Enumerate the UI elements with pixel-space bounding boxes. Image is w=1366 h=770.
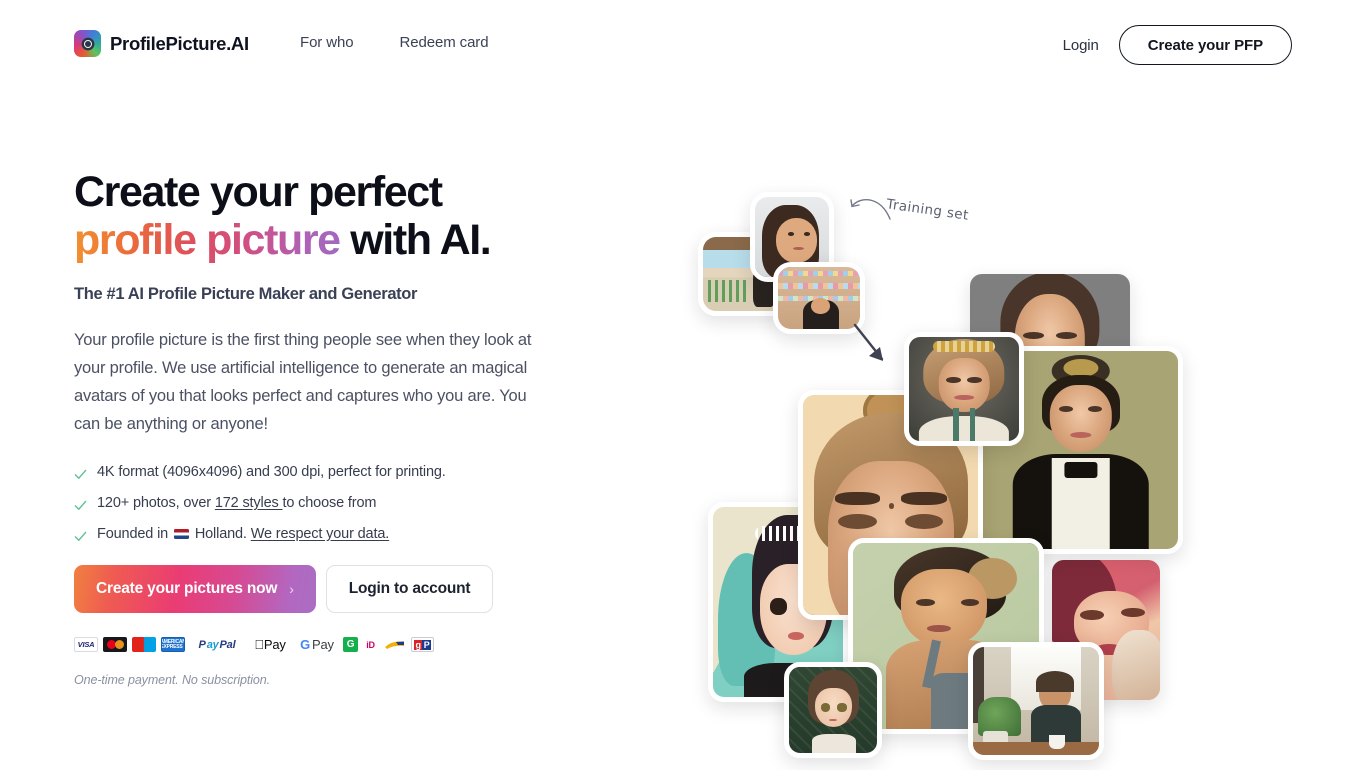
- check-icon: [74, 500, 87, 510]
- google-pay-icon: G Pay: [296, 637, 338, 652]
- brand-name: ProfilePicture.AI: [110, 32, 249, 54]
- headline-line-2-tail: with AI.: [339, 216, 491, 264]
- header-actions: Login Create your PFP: [1063, 25, 1292, 65]
- check-icon: [74, 531, 87, 541]
- payment-methods-row: VISA AMERICANEXPRESS PayPal Pay GPay G …: [74, 636, 574, 653]
- headline-gradient-words: profile picture: [74, 216, 341, 264]
- sofort-icon: [383, 637, 406, 652]
- diagonal-arrow-icon: [853, 323, 884, 361]
- feature-item-label: Founded in Holland. We respect your data…: [97, 526, 389, 542]
- feature-item-label: 4K format (4096x4096) and 300 dpi, perfe…: [97, 464, 446, 480]
- cta-primary-label: Create your pictures now: [96, 580, 278, 597]
- hero-content: Create your perfect profile picture with…: [74, 168, 574, 687]
- generated-avatar-anime-small: [784, 662, 882, 758]
- feature-text-before: 120+ photos, over: [97, 495, 215, 511]
- feature-text-after: to choose from: [282, 495, 377, 511]
- payment-fineprint: One-time payment. No subscription.: [74, 673, 270, 687]
- nav-link-for-who[interactable]: For who: [300, 34, 354, 51]
- feature-item-holland: Founded in Holland. We respect your data…: [74, 526, 574, 543]
- feature-item-4k: 4K format (4096x4096) and 300 dpi, perfe…: [74, 464, 574, 481]
- page-title: Create your perfect profile picture with…: [74, 168, 574, 264]
- styles-link[interactable]: 172 styles: [215, 495, 283, 511]
- hero-body-copy: Your profile picture is the first thing …: [74, 331, 532, 433]
- profilepicture-camera-logo-icon: [74, 30, 101, 57]
- photo-woman-cafe: [968, 642, 1104, 760]
- giropay-gp-icon: gP: [411, 637, 434, 652]
- login-link[interactable]: Login: [1063, 37, 1099, 54]
- chevron-right-icon: ›: [289, 581, 294, 597]
- maestro-icon: [132, 637, 156, 652]
- feature-item-styles: 120+ photos, over 172 styles to choose f…: [74, 495, 574, 512]
- giropay-icon: G: [343, 637, 358, 652]
- apple-pay-icon: Pay: [249, 637, 291, 652]
- visa-icon: VISA: [74, 637, 98, 652]
- generated-avatar-floral: [904, 332, 1024, 446]
- login-to-account-button[interactable]: Login to account: [325, 565, 494, 613]
- netherlands-flag-icon: [173, 528, 189, 539]
- amex-icon: AMERICAN EXPRESS: [161, 637, 185, 652]
- ideal-icon: iD: [363, 637, 378, 652]
- check-icon: [74, 469, 87, 479]
- site-header: ProfilePicture.AI For who Redeem card Lo…: [0, 0, 1366, 88]
- create-your-pfp-button[interactable]: Create your PFP: [1118, 25, 1292, 65]
- headline-line-1: Create your perfect: [74, 168, 443, 216]
- brand-logo-link[interactable]: ProfilePicture.AI: [74, 30, 249, 57]
- nav-link-redeem-card[interactable]: Redeem card: [400, 34, 489, 51]
- feature-text-before: Founded in: [97, 526, 172, 542]
- feature-text-after: Holland.: [190, 526, 251, 542]
- primary-nav: For who Redeem card: [300, 34, 489, 51]
- mastercard-icon: [103, 637, 127, 652]
- hero-subheading: The #1 AI Profile Picture Maker and Gene…: [74, 285, 418, 303]
- hero-cta-row: Create your pictures now › Login to acco…: [74, 565, 574, 613]
- feature-item-label: 120+ photos, over 172 styles to choose f…: [97, 495, 376, 511]
- create-your-pictures-now-button[interactable]: Create your pictures now ›: [74, 565, 316, 613]
- hero-image-collage: Training set: [680, 170, 1300, 770]
- feature-list: 4K format (4096x4096) and 300 dpi, perfe…: [74, 464, 574, 543]
- paypal-icon: Pay Pal: [190, 637, 244, 652]
- privacy-link[interactable]: We respect your data.: [251, 526, 390, 542]
- training-set-label: Training set: [885, 196, 970, 224]
